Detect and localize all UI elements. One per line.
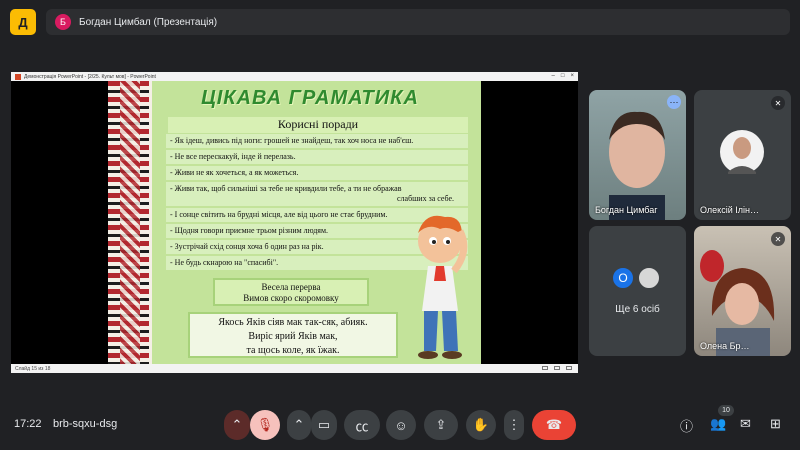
normal-view-icon xyxy=(542,366,548,370)
sorter-view-icon xyxy=(554,366,560,370)
break-box-line: Весела перерва xyxy=(261,282,321,292)
more-participants-tile[interactable]: О Ще 6 осіб xyxy=(589,226,686,356)
slide-counter: Слайд 15 из 18 xyxy=(15,365,51,372)
clock: 17:22 xyxy=(14,418,42,430)
maximize-icon: □ xyxy=(560,73,565,79)
embroidery-ornament xyxy=(108,81,152,364)
video-options-button[interactable]: ⌃ xyxy=(287,410,311,440)
ppt-window-title: Демонстрація PowerPoint - [2/25. Культ м… xyxy=(24,73,156,80)
tip-line: - Живи так, щоб сильніші за тебе не крив… xyxy=(170,184,402,193)
tongue-twister-box: Якось Яків сіяв мак так-сяк, абияк. Вирі… xyxy=(188,312,398,358)
captions-icon: ㏄ xyxy=(355,418,369,434)
emoji-icon: ☺ xyxy=(394,417,408,433)
mic-toggle-button[interactable]: 🎙 xyxy=(250,410,280,440)
tip-item: - Живи не як хочеться, а як можеться. xyxy=(166,166,468,182)
people-count-badge: 10 xyxy=(718,405,734,416)
minimize-icon: – xyxy=(551,73,555,79)
camera-toggle-button[interactable]: ▭ xyxy=(311,410,337,440)
bottom-bar: 17:22 brb-sqxu-dsg ⌃ 🎙 ⌃ ▭ ㏄ ☺ ⇪ ✋ ⋮ ☎ ⓘ… xyxy=(0,400,800,450)
more-options-button[interactable]: ⋮ xyxy=(504,410,524,440)
present-button[interactable]: ⇪ xyxy=(424,410,458,440)
chevron-up-icon: ⌃ xyxy=(293,417,305,432)
tips-header: Корисні поради xyxy=(168,117,468,133)
slide-title: ЦІКАВА ГРАМАТИКА xyxy=(201,87,419,109)
reading-view-icon xyxy=(566,366,572,370)
ppt-statusbar: Слайд 15 из 18 xyxy=(11,364,578,373)
shared-screen: Демонстрація PowerPoint - [2/25. Культ м… xyxy=(11,72,578,373)
top-bar: Д Б Богдан Цимбал (Презентація) xyxy=(0,0,800,44)
participant-tile[interactable]: ✕ Олена Бр… xyxy=(694,226,791,356)
participant-avatar-photo xyxy=(637,266,661,290)
participant-name: Богдан Цимбаг xyxy=(595,205,658,215)
more-options-icon[interactable]: ⋯ xyxy=(667,95,681,109)
slide: ЦІКАВА ГРАМАТИКА Корисні поради - Як іде… xyxy=(108,81,481,364)
poem-line: Якось Яків сіяв мак так-сяк, абияк. xyxy=(218,317,368,328)
hand-icon: ✋ xyxy=(472,417,490,432)
reactions-button[interactable]: ☺ xyxy=(386,410,416,440)
tip-item: - Живи так, щоб сильніші за тебе не крив… xyxy=(166,182,468,208)
break-box-line: Вимов скоро скоромовку xyxy=(243,293,339,303)
powerpoint-icon xyxy=(15,73,21,80)
more-participants-label: Ще 6 осіб xyxy=(615,304,660,315)
chat-icon[interactable]: ✉ xyxy=(740,416,751,432)
audio-options-button[interactable]: ⌃ xyxy=(224,410,250,440)
participant-name: Олена Бр… xyxy=(700,341,750,351)
chevron-up-icon: ⌃ xyxy=(231,417,243,432)
mic-off-icon: 🎙 xyxy=(256,417,274,432)
end-call-button[interactable]: ☎ xyxy=(532,410,576,440)
participant-tile[interactable]: ⋯ Богдан Цимбаг xyxy=(589,90,686,220)
presentation-indicator[interactable]: Б Богдан Цимбал (Презентація) xyxy=(46,9,790,35)
participant-video xyxy=(609,111,665,220)
presentation-title: Богдан Цимбал (Презентація) xyxy=(79,16,218,28)
camera-icon: ▭ xyxy=(317,417,331,432)
close-icon: × xyxy=(570,73,574,79)
cartoon-boy-illustration xyxy=(418,215,468,359)
present-icon: ⇪ xyxy=(435,417,447,432)
poem-line: та щось коле, як їжак. xyxy=(246,345,340,356)
participant-name: Олексій Ілін… xyxy=(700,205,759,215)
participant-tile[interactable]: ✕ Олексій Ілін… xyxy=(694,90,791,220)
info-icon[interactable]: ⓘ xyxy=(680,416,693,435)
ppt-window-controls: – □ × xyxy=(552,73,574,79)
tip-line: слабших за себе. xyxy=(396,194,454,203)
mic-off-icon: ✕ xyxy=(771,96,785,110)
participant-avatar: О xyxy=(611,266,635,290)
presenter-avatar: Б xyxy=(55,14,71,30)
activities-icon[interactable]: ⊞ xyxy=(770,416,781,432)
ppt-titlebar: Демонстрація PowerPoint - [2/25. Культ м… xyxy=(11,72,578,81)
more-vert-icon: ⋮ xyxy=(507,417,521,432)
phone-hangup-icon: ☎ xyxy=(545,417,563,432)
meeting-code[interactable]: brb-sqxu-dsg xyxy=(53,418,117,430)
poem-line: Виріс ярий Яків мак, xyxy=(248,331,338,342)
raise-hand-button[interactable]: ✋ xyxy=(466,410,496,440)
captions-button[interactable]: ㏄ xyxy=(344,410,380,440)
ppt-view-icons xyxy=(542,366,572,370)
meet-app-icon[interactable]: Д xyxy=(10,9,36,35)
tip-item: - Як ідеш, дивись під ноги: грошей не зн… xyxy=(166,134,468,150)
people-icon[interactable]: 👥 xyxy=(710,416,726,432)
tip-item: - Не все перескакуй, інде й перелазь. xyxy=(166,150,468,166)
mic-off-icon: ✕ xyxy=(771,232,785,246)
break-box: Весела перерва Вимов скоро скоромовку xyxy=(213,278,369,306)
